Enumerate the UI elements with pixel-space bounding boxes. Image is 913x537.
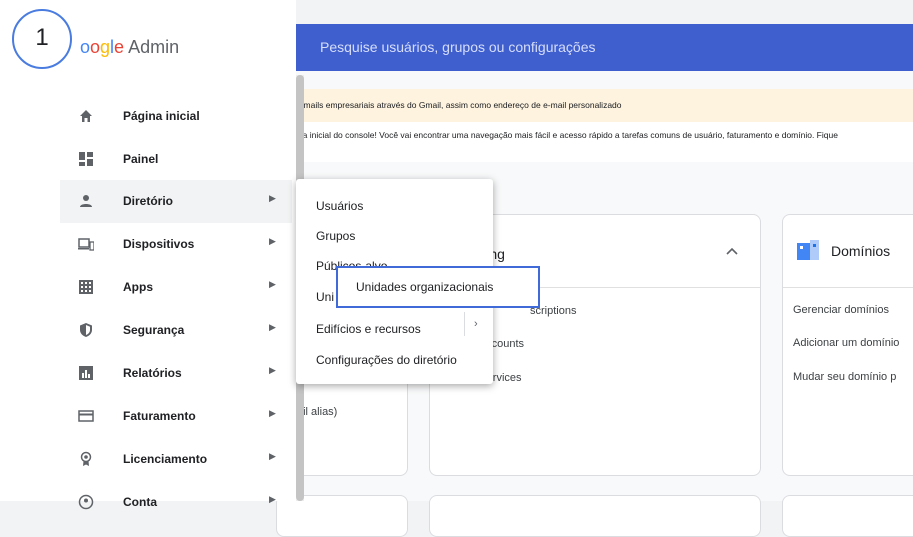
chevron-up-icon[interactable] bbox=[726, 244, 738, 258]
menu-item-users[interactable]: Usuários bbox=[316, 199, 363, 213]
bar-chart-icon bbox=[79, 366, 93, 380]
step-number-badge: 1 bbox=[12, 9, 72, 69]
google-admin-logo[interactable]: oogle Admin bbox=[80, 37, 179, 58]
domains-card-title: Domínios bbox=[831, 243, 891, 259]
bottom-card bbox=[782, 495, 913, 537]
shield-icon bbox=[80, 323, 92, 337]
sidebar-item-label: Dispositivos bbox=[123, 237, 195, 251]
sidebar-item-apps[interactable]: Apps ▶ bbox=[60, 266, 292, 309]
sidebar-item-label: Faturamento bbox=[123, 409, 196, 423]
chevron-right-icon: ▶ bbox=[269, 451, 276, 461]
chevron-right-icon: › bbox=[474, 318, 478, 330]
license-icon bbox=[80, 451, 92, 466]
domain-icon bbox=[797, 240, 819, 260]
sidebar-item-label: Diretório bbox=[123, 194, 174, 208]
person-icon bbox=[80, 195, 92, 207]
chevron-right-icon: ▶ bbox=[269, 279, 276, 289]
apps-grid-icon bbox=[79, 280, 93, 294]
top-search-bar[interactable]: Pesquise usuários, grupos ou configuraçõ… bbox=[296, 24, 913, 71]
sidebar-item-licensing[interactable]: Licenciamento ▶ bbox=[60, 438, 292, 481]
sidebar-item-dashboard[interactable]: Painel bbox=[60, 138, 292, 181]
add-domain-link[interactable]: Adicionar um domínio bbox=[793, 337, 899, 349]
chevron-right-icon: ▶ bbox=[269, 322, 276, 332]
domains-card: Domínios Gerenciar domínios Adicionar um… bbox=[782, 214, 913, 476]
manage-domains-link[interactable]: Gerenciar domínios bbox=[793, 304, 889, 316]
sidebar-item-label: Licenciamento bbox=[123, 452, 208, 466]
chevron-right-icon: ▶ bbox=[269, 494, 276, 504]
bottom-card bbox=[429, 495, 761, 537]
sidebar-item-directory[interactable]: Diretório ▶ bbox=[60, 180, 292, 223]
email-banner: e-mails empresariais através do Gmail, a… bbox=[296, 89, 913, 122]
change-domain-link[interactable]: Mudar seu domínio p bbox=[793, 371, 896, 383]
sidebar-item-reports[interactable]: Relatórios ▶ bbox=[60, 352, 292, 395]
product-name: Admin bbox=[128, 37, 180, 57]
highlighted-item-label: Unidades organizacionais bbox=[356, 280, 494, 294]
menu-item-directory-settings[interactable]: Configurações do diretório bbox=[316, 353, 457, 367]
chevron-right-icon: ▶ bbox=[269, 365, 276, 375]
sidebar-item-billing[interactable]: Faturamento ▶ bbox=[60, 395, 292, 438]
credit-card-icon bbox=[78, 410, 94, 422]
welcome-banner: ina inicial do console! Você vai encontr… bbox=[296, 122, 913, 162]
menu-item-org-units[interactable]: Uni bbox=[316, 290, 334, 304]
chevron-right-icon: ▶ bbox=[269, 408, 276, 418]
bottom-card bbox=[276, 495, 408, 537]
account-icon bbox=[78, 494, 94, 510]
card-divider bbox=[783, 287, 913, 288]
dashboard-icon bbox=[79, 152, 93, 166]
sidebar-item-security[interactable]: Segurança ▶ bbox=[60, 309, 292, 352]
sidebar-item-label: Segurança bbox=[123, 323, 185, 337]
sidebar-item-account[interactable]: Conta ▶ bbox=[60, 481, 292, 524]
devices-icon bbox=[78, 238, 94, 251]
sidebar-item-label: Conta bbox=[123, 495, 157, 509]
highlighted-org-units-item[interactable]: Unidades organizacionais bbox=[336, 266, 540, 308]
sidebar: oogle Admin 1 Página inicial Painel Diret… bbox=[0, 0, 296, 510]
menu-divider bbox=[464, 312, 465, 336]
menu-item-groups[interactable]: Grupos bbox=[316, 229, 355, 243]
sidebar-item-label: Página inicial bbox=[123, 109, 200, 123]
search-input[interactable]: Pesquise usuários, grupos ou configuraçõ… bbox=[320, 39, 596, 55]
chevron-right-icon: ▶ bbox=[269, 236, 276, 246]
chevron-right-icon: ▶ bbox=[269, 193, 276, 203]
menu-item-buildings[interactable]: Edifícios e recursos bbox=[316, 322, 421, 336]
sidebar-item-devices[interactable]: Dispositivos ▶ bbox=[60, 223, 292, 266]
sidebar-item-label: Relatórios bbox=[123, 366, 182, 380]
home-icon bbox=[80, 110, 92, 122]
sidebar-item-label: Painel bbox=[123, 152, 159, 166]
sidebar-item-home[interactable]: Página inicial bbox=[60, 95, 292, 138]
sidebar-item-label: Apps bbox=[123, 280, 153, 294]
